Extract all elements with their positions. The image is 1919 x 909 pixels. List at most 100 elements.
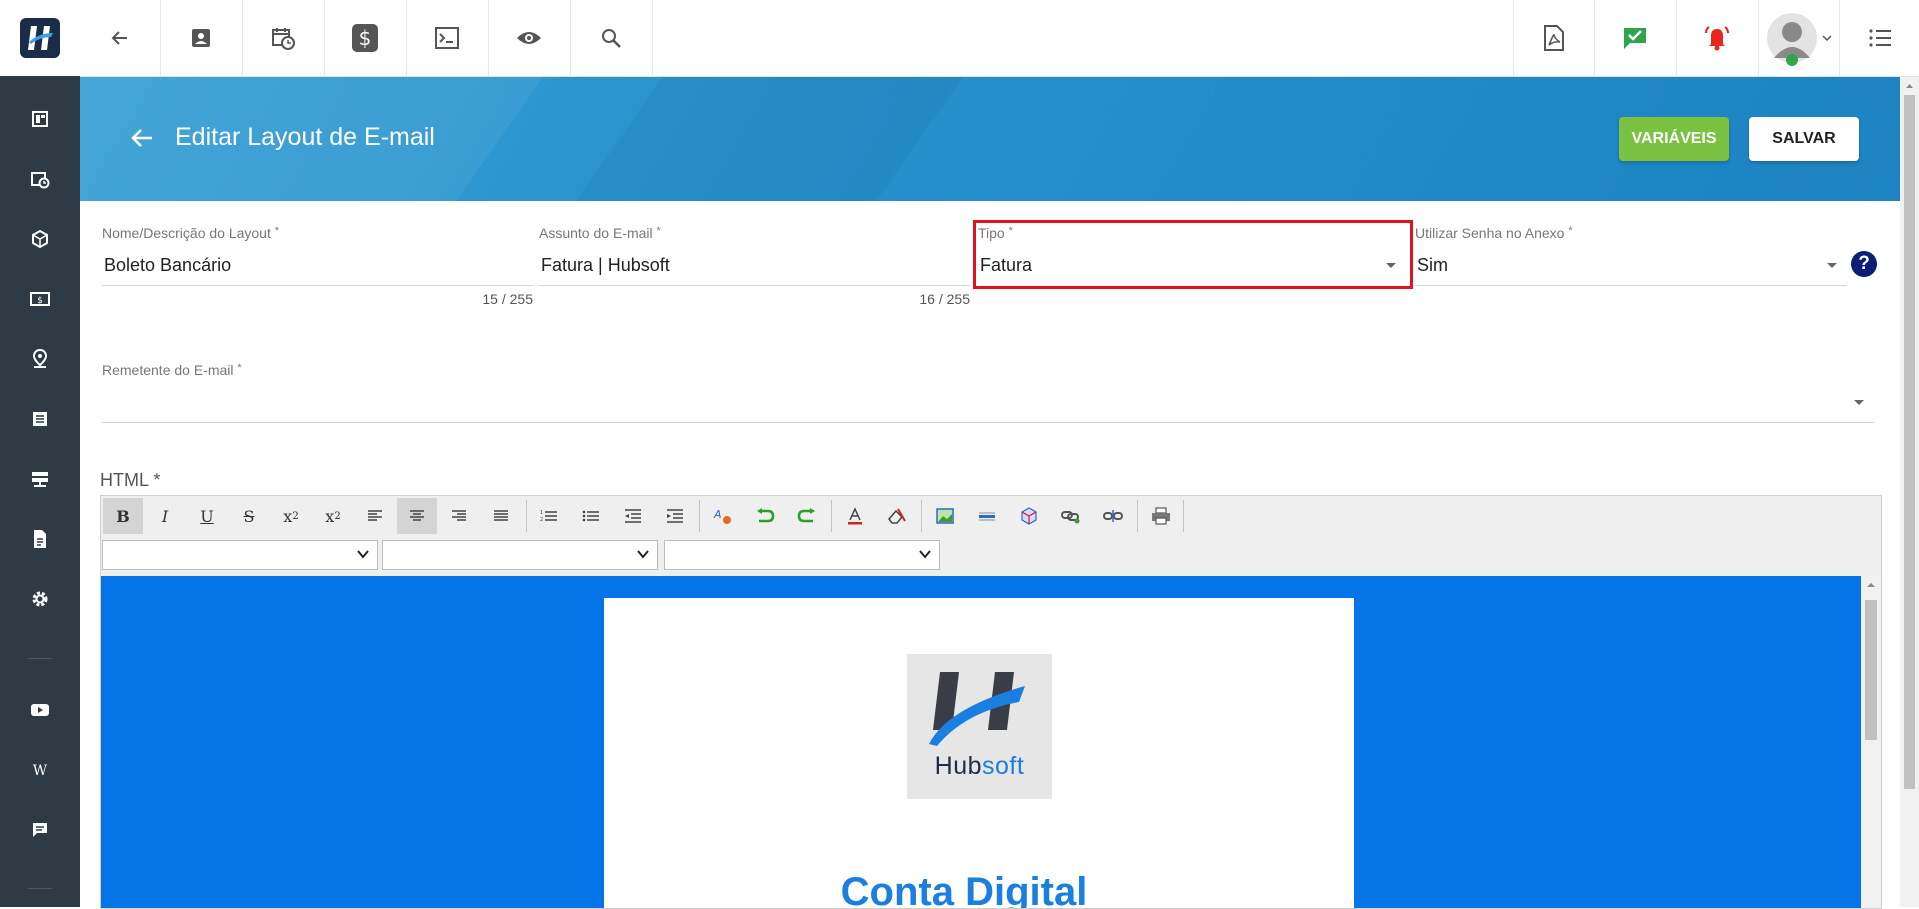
pdf-button[interactable] (1514, 0, 1594, 76)
align-center-icon (410, 510, 424, 521)
sidebar-item-videos[interactable] (0, 690, 80, 730)
editor-scroll-thumb[interactable] (1865, 600, 1877, 740)
print-icon (1152, 507, 1170, 525)
app-logo[interactable] (0, 0, 80, 76)
dropdown-arrow-icon[interactable] (1854, 400, 1864, 405)
user-menu[interactable] (1759, 0, 1839, 76)
justify-button[interactable] (481, 498, 521, 534)
email-subject-field[interactable]: Assunto do E-mail * Fatura | Hubsoft 16 … (539, 225, 970, 315)
editor-content-area[interactable]: Hubsoft Conta Digital (101, 576, 1861, 908)
sidebar-divider (28, 658, 52, 659)
bold-button[interactable]: B (103, 498, 143, 534)
indent-icon (667, 509, 683, 523)
redo-button[interactable] (787, 498, 827, 534)
terminal-button[interactable] (407, 0, 487, 76)
page-title: Editar Layout de E-mail (175, 123, 435, 151)
insert-object-button[interactable] (1009, 498, 1049, 534)
search-button[interactable] (571, 0, 651, 76)
sidebar-item-finance[interactable]: $ (0, 279, 80, 319)
sidebar-item-documents[interactable] (0, 519, 80, 559)
outdent-button[interactable] (613, 498, 653, 534)
underline-button[interactable]: U (187, 498, 227, 534)
undo-icon (757, 508, 775, 523)
dropdown-arrow-icon[interactable] (1827, 263, 1837, 268)
horizontal-rule-button[interactable] (967, 498, 1007, 534)
email-preview-card: Hubsoft Conta Digital (604, 598, 1354, 908)
layout-name-field[interactable]: Nome/Descrição do Layout * Boleto Bancár… (102, 225, 533, 315)
schedule-button[interactable] (243, 0, 323, 76)
header-back-button[interactable] (130, 127, 154, 154)
view-button[interactable] (489, 0, 569, 76)
ordered-list-button[interactable]: 12 (529, 498, 569, 534)
insert-link-button[interactable] (1051, 498, 1091, 534)
top-toolbar: $ (80, 0, 1919, 77)
horizontal-rule-icon (979, 512, 995, 521)
unordered-list-icon (582, 510, 599, 522)
superscript-button[interactable]: x2 (313, 498, 353, 534)
menu-list-icon (1869, 29, 1891, 47)
page-scrollbar[interactable] (1900, 77, 1919, 907)
attachment-password-select[interactable]: Utilizar Senha no Anexo * Sim (1415, 225, 1847, 287)
terminal-icon (435, 27, 459, 49)
field-underline (539, 285, 970, 286)
sidebar-item-settings[interactable] (0, 579, 80, 619)
main-menu-button[interactable] (1840, 0, 1919, 76)
hubsoft-wordmark: Hubsoft (907, 752, 1052, 781)
indent-button[interactable] (655, 498, 695, 534)
email-subject-counter: 16 / 255 (919, 291, 970, 307)
align-right-button[interactable] (439, 498, 479, 534)
chat-icon (33, 823, 47, 837)
remove-link-button[interactable] (1093, 498, 1133, 534)
sidebar-item-wiki[interactable]: W (0, 750, 80, 790)
sidebar-item-network[interactable] (0, 459, 80, 499)
align-center-button[interactable] (397, 498, 437, 534)
toolbar-separator (652, 0, 653, 76)
alerts-button[interactable] (1677, 0, 1757, 76)
page-scroll-thumb[interactable] (1904, 95, 1915, 789)
sidebar-item-list[interactable] (0, 399, 80, 439)
sidebar-item-dashboard[interactable] (0, 99, 80, 139)
font-family-select[interactable] (382, 540, 658, 570)
subscript-button[interactable]: x2 (271, 498, 311, 534)
text-color-button[interactable] (835, 498, 875, 534)
contact-card-icon (192, 29, 210, 47)
chat-check-icon (1624, 28, 1646, 49)
undo-button[interactable] (745, 498, 785, 534)
search-icon (602, 29, 621, 48)
clients-button[interactable] (161, 0, 241, 76)
email-heading: Conta Digital (840, 870, 1088, 908)
outdent-icon (625, 509, 641, 523)
layout-name-label-text: Nome/Descrição do Layout (102, 225, 271, 241)
layout-name-value[interactable]: Boleto Bancário (104, 255, 231, 276)
settings-icon (32, 591, 48, 607)
attachment-password-value[interactable]: Sim (1417, 255, 1448, 276)
spellcheck-button[interactable]: A (703, 498, 743, 534)
block-format-select[interactable] (102, 540, 378, 570)
back-button[interactable] (80, 0, 160, 76)
sidebar-item-messages[interactable] (0, 810, 80, 850)
save-button[interactable]: SALVAR (1749, 117, 1859, 161)
remove-format-button[interactable] (877, 498, 917, 534)
strikethrough-button[interactable]: S (229, 498, 269, 534)
print-button[interactable] (1141, 498, 1181, 534)
document-icon (34, 530, 46, 548)
sidebar-item-products[interactable] (0, 219, 80, 259)
font-size-select[interactable] (664, 540, 940, 570)
insert-image-button[interactable] (925, 498, 965, 534)
align-left-button[interactable] (355, 498, 395, 534)
finance-button[interactable]: $ (325, 0, 405, 76)
svg-text:$: $ (37, 296, 43, 306)
unordered-list-button[interactable] (571, 498, 611, 534)
wordmark-light: soft (982, 752, 1025, 780)
toolbar-separator (1137, 500, 1138, 532)
sidebar-item-schedule[interactable] (0, 159, 80, 199)
email-subject-value[interactable]: Fatura | Hubsoft (541, 255, 670, 276)
help-icon[interactable]: ? (1851, 251, 1877, 277)
sender-select[interactable]: Remetente do E-mail * (102, 362, 1874, 424)
sidebar-item-map[interactable] (0, 339, 80, 379)
italic-button[interactable]: I (145, 498, 185, 534)
toolbar-separator (921, 500, 922, 532)
editor-scrollbar[interactable] (1861, 576, 1881, 908)
variables-button[interactable]: VARIÁVEIS (1619, 117, 1729, 161)
tasks-button[interactable] (1595, 0, 1675, 76)
